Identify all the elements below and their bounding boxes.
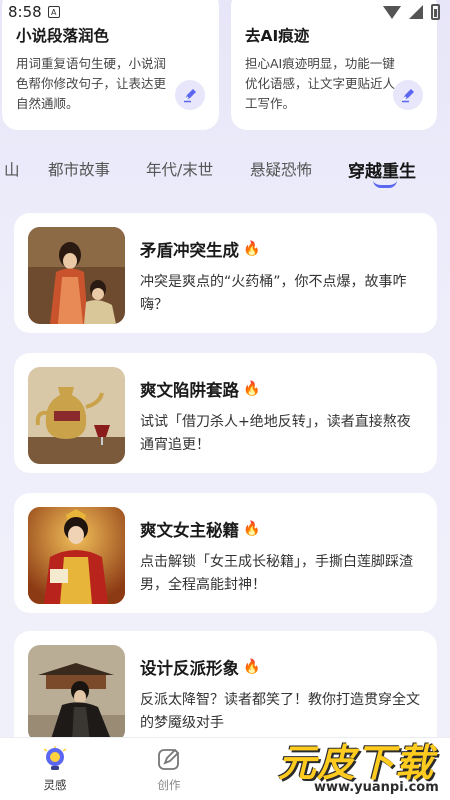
fire-icon: 🔥 [243, 381, 261, 397]
feature-title: 小说段落润色 [16, 27, 110, 45]
article-title: 爽文陷阱套路 🔥 [140, 377, 260, 401]
feature-desc: 担心AI痕迹明显，功能一键优化语感，让文字更贴近人工写作。 [245, 56, 396, 111]
article-title-text: 矛盾冲突生成 [140, 241, 239, 260]
list-item[interactable]: 爽文陷阱套路 🔥 试试「借刀杀人+绝地反转」，读者直接熬夜通宵追更！ [14, 353, 437, 473]
nav-inspiration[interactable]: 灵感 [25, 746, 85, 793]
watermark-text: 元皮下载 [278, 741, 435, 785]
article-title-text: 设计反派形象 [140, 659, 239, 678]
tab-partial[interactable]: 山 [4, 158, 20, 180]
tab-era[interactable]: 年代/末世 [146, 158, 213, 180]
pen-icon[interactable] [175, 80, 205, 110]
article-desc: 冲突是爽点的“火药桶”，你不点爆，故事咋嗨？ [140, 274, 407, 313]
nav-label: 灵感 [43, 778, 67, 792]
article-title: 爽文女主秘籍 🔥 [140, 517, 260, 541]
thumbnail-image [28, 367, 125, 464]
nav-label: 创作 [157, 778, 181, 792]
article-desc: 点击解锁「女王成长秘籍」，手撕白莲脚踩渣男，全程高能封神！ [140, 554, 413, 593]
fire-icon: 🔥 [243, 521, 261, 537]
feature-desc: 用词重复语句生硬，小说润色帮你修改句子，让表达更自然通顺。 [16, 56, 167, 111]
pen-icon[interactable] [393, 80, 423, 110]
tab-time-travel[interactable]: 穿越重生 [348, 157, 416, 182]
article-title: 设计反派形象 🔥 [140, 655, 260, 679]
thumbnail-image [28, 645, 125, 742]
wifi-icon [383, 5, 401, 19]
watermark-logo: 元皮下载 www.yuanpi.com [268, 728, 446, 800]
tab-urban[interactable]: 都市故事 [48, 158, 110, 180]
status-time: 8:58 [8, 3, 42, 21]
edit-icon [158, 748, 180, 770]
status-bar: 8:58 A [0, 0, 450, 24]
nav-create[interactable]: 创作 [139, 746, 199, 793]
battery-icon [431, 4, 440, 20]
signal-icon [409, 5, 423, 19]
list-item[interactable]: 矛盾冲突生成 🔥 冲突是爽点的“火药桶”，你不点爆，故事咋嗨？ [14, 213, 437, 333]
article-desc: 试试「借刀杀人+绝地反转」，读者直接熬夜通宵追更！ [140, 414, 411, 453]
notification-icon: A [47, 6, 60, 18]
feature-title: 去AI痕迹 [245, 27, 310, 45]
article-title-text: 爽文陷阱套路 [140, 381, 239, 400]
tab-suspense[interactable]: 悬疑恐怖 [250, 158, 312, 180]
fire-icon: 🔥 [243, 241, 261, 257]
article-title-text: 爽文女主秘籍 [140, 521, 239, 540]
article-title: 矛盾冲突生成 🔥 [140, 237, 260, 261]
thumbnail-image [28, 507, 125, 604]
fire-icon: 🔥 [243, 659, 261, 675]
lightbulb-icon [43, 746, 67, 770]
thumbnail-image [28, 227, 125, 324]
watermark-url: www.yuanpi.com [314, 780, 439, 795]
list-item[interactable]: 爽文女主秘籍 🔥 点击解锁「女王成长秘籍」，手撕白莲脚踩渣男，全程高能封神！ [14, 493, 437, 613]
